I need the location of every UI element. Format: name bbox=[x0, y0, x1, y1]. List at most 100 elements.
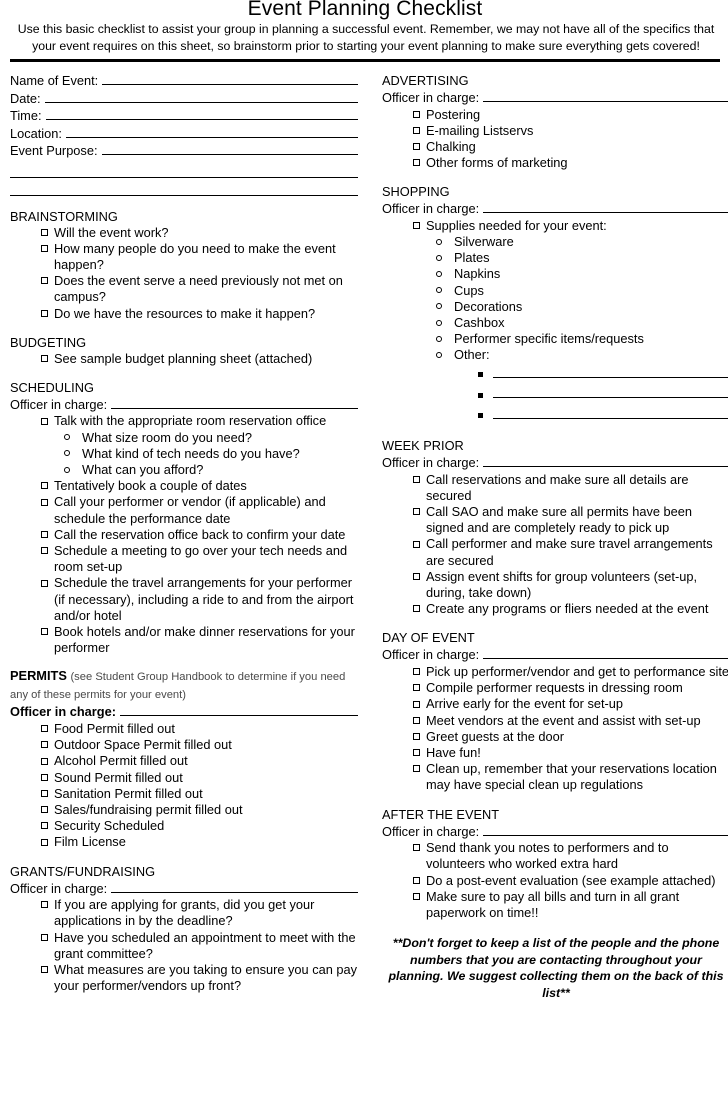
checklist-item[interactable]: Tentatively book a couple of dates bbox=[10, 478, 358, 494]
checklist-item[interactable]: Compile performer requests in dressing r… bbox=[382, 680, 728, 696]
checklist-item[interactable]: Postering bbox=[382, 107, 728, 123]
checklist-item[interactable]: Arrive early for the event for set-up bbox=[382, 696, 728, 712]
checkbox-icon[interactable] bbox=[10, 786, 48, 802]
checkbox-icon[interactable] bbox=[382, 218, 420, 234]
checklist-item[interactable]: Send thank you notes to performers and t… bbox=[382, 840, 728, 872]
officer-blank-line[interactable] bbox=[483, 646, 728, 660]
field-event-purpose[interactable]: Event Purpose: bbox=[10, 142, 358, 160]
checklist-item[interactable]: Schedule a meeting to go over your tech … bbox=[10, 543, 358, 575]
checklist-item[interactable]: E-mailing Listservs bbox=[382, 123, 728, 139]
checklist-item[interactable]: Have fun! bbox=[382, 745, 728, 761]
field-blank-line[interactable] bbox=[65, 125, 358, 138]
other-blank-line[interactable] bbox=[493, 384, 728, 399]
checkbox-icon[interactable] bbox=[382, 840, 420, 872]
checklist-item[interactable]: Do we have the resources to make it happ… bbox=[10, 306, 358, 322]
other-blank-row[interactable] bbox=[382, 384, 728, 405]
officer-in-charge-grants[interactable]: Officer in charge: bbox=[10, 880, 358, 898]
checkbox-icon[interactable] bbox=[10, 962, 48, 994]
sub-checklist-item[interactable]: Other: bbox=[382, 347, 728, 363]
officer-in-charge-shopping[interactable]: Officer in charge: bbox=[382, 200, 728, 218]
checkbox-icon[interactable] bbox=[382, 713, 420, 729]
checklist-item[interactable]: Film License bbox=[10, 834, 358, 850]
checklist-item[interactable]: Supplies needed for your event: bbox=[382, 218, 728, 234]
checklist-item[interactable]: See sample budget planning sheet (attach… bbox=[10, 351, 358, 367]
checkbox-icon[interactable] bbox=[10, 770, 48, 786]
checkbox-icon[interactable] bbox=[382, 123, 420, 139]
checkbox-icon[interactable] bbox=[10, 802, 48, 818]
checkbox-icon[interactable] bbox=[10, 527, 48, 543]
officer-in-charge-after-the-event[interactable]: Officer in charge: bbox=[382, 823, 728, 841]
checklist-item[interactable]: Talk with the appropriate room reservati… bbox=[10, 413, 358, 429]
checklist-item[interactable]: Call reservations and make sure all deta… bbox=[382, 472, 728, 504]
checklist-item[interactable]: Call performer and make sure travel arra… bbox=[382, 536, 728, 568]
checkbox-icon[interactable] bbox=[382, 107, 420, 123]
checklist-item[interactable]: Greet guests at the door bbox=[382, 729, 728, 745]
sub-checklist-item[interactable]: What kind of tech needs do you have? bbox=[10, 446, 358, 462]
checklist-item[interactable]: Make sure to pay all bills and turn in a… bbox=[382, 889, 728, 921]
sub-checklist-item[interactable]: Cups bbox=[382, 283, 728, 299]
checklist-item[interactable]: Call SAO and make sure all permits have … bbox=[382, 504, 728, 536]
checklist-item[interactable]: Security Scheduled bbox=[10, 818, 358, 834]
checkbox-icon[interactable] bbox=[382, 504, 420, 536]
checkbox-icon[interactable] bbox=[10, 478, 48, 494]
checklist-item[interactable]: Food Permit filled out bbox=[10, 721, 358, 737]
other-blank-row[interactable] bbox=[382, 364, 728, 385]
officer-blank-line[interactable] bbox=[483, 823, 728, 836]
checkbox-icon[interactable] bbox=[382, 745, 420, 761]
field-blank-line-extra-1[interactable] bbox=[10, 161, 358, 178]
checklist-item[interactable]: Outdoor Space Permit filled out bbox=[10, 737, 358, 753]
checklist-item[interactable]: Do a post-event evaluation (see example … bbox=[382, 873, 728, 889]
checklist-item[interactable]: Sanitation Permit filled out bbox=[10, 786, 358, 802]
officer-in-charge-day-of-event[interactable]: Officer in charge: bbox=[382, 646, 728, 664]
checkbox-icon[interactable] bbox=[10, 721, 48, 737]
checkbox-icon[interactable] bbox=[382, 729, 420, 745]
checklist-item[interactable]: Have you scheduled an appointment to mee… bbox=[10, 930, 358, 962]
field-date[interactable]: Date: bbox=[10, 90, 358, 108]
checkbox-icon[interactable] bbox=[10, 818, 48, 834]
checkbox-icon[interactable] bbox=[10, 351, 48, 367]
checkbox-icon[interactable] bbox=[382, 664, 420, 680]
officer-blank-line[interactable] bbox=[119, 703, 358, 717]
checkbox-icon[interactable] bbox=[10, 306, 48, 322]
checklist-item[interactable]: Other forms of marketing bbox=[382, 155, 728, 171]
sub-checklist-item[interactable]: What size room do you need? bbox=[10, 430, 358, 446]
checkbox-icon[interactable] bbox=[382, 761, 420, 793]
checklist-item[interactable]: What measures are you taking to ensure y… bbox=[10, 962, 358, 994]
checkbox-icon[interactable] bbox=[382, 680, 420, 696]
field-name-of-event[interactable]: Name of Event: bbox=[10, 72, 358, 90]
checkbox-icon[interactable] bbox=[10, 753, 48, 769]
other-blank-line[interactable] bbox=[493, 405, 728, 419]
checklist-item[interactable]: Schedule the travel arrangements for you… bbox=[10, 575, 358, 624]
checkbox-icon[interactable] bbox=[382, 139, 420, 155]
officer-in-charge-advertising[interactable]: Officer in charge: bbox=[382, 89, 728, 107]
checklist-item[interactable]: Alcohol Permit filled out bbox=[10, 753, 358, 769]
checkbox-icon[interactable] bbox=[10, 494, 48, 526]
checkbox-icon[interactable] bbox=[10, 225, 48, 241]
other-blank-row[interactable] bbox=[382, 405, 728, 426]
checklist-item[interactable]: If you are applying for grants, did you … bbox=[10, 897, 358, 929]
checkbox-icon[interactable] bbox=[10, 834, 48, 850]
checklist-item[interactable]: Sound Permit filled out bbox=[10, 770, 358, 786]
checkbox-icon[interactable] bbox=[382, 569, 420, 601]
officer-blank-line[interactable] bbox=[111, 880, 358, 893]
sub-checklist-item[interactable]: Silverware bbox=[382, 234, 728, 250]
checkbox-icon[interactable] bbox=[382, 155, 420, 171]
sub-checklist-item[interactable]: Decorations bbox=[382, 299, 728, 315]
officer-blank-line[interactable] bbox=[483, 200, 728, 214]
officer-in-charge-permits[interactable]: Officer in charge: bbox=[10, 703, 358, 721]
checklist-item[interactable]: Pick up performer/vendor and get to perf… bbox=[382, 664, 728, 680]
sub-checklist-item[interactable]: Performer specific items/requests bbox=[382, 331, 728, 347]
field-time[interactable]: Time: bbox=[10, 107, 358, 125]
checklist-item[interactable]: Book hotels and/or make dinner reservati… bbox=[10, 624, 358, 656]
checklist-item[interactable]: Meet vendors at the event and assist wit… bbox=[382, 713, 728, 729]
checkbox-icon[interactable] bbox=[10, 241, 48, 273]
sub-checklist-item[interactable]: Napkins bbox=[382, 266, 728, 282]
officer-blank-line[interactable] bbox=[483, 454, 728, 468]
officer-blank-line[interactable] bbox=[111, 396, 358, 409]
checklist-item[interactable]: Create any programs or fliers needed at … bbox=[382, 601, 728, 617]
checkbox-icon[interactable] bbox=[10, 624, 48, 656]
checkbox-icon[interactable] bbox=[10, 897, 48, 929]
other-blank-line[interactable] bbox=[493, 364, 728, 378]
checkbox-icon[interactable] bbox=[10, 737, 48, 753]
sub-checklist-item[interactable]: Plates bbox=[382, 250, 728, 266]
